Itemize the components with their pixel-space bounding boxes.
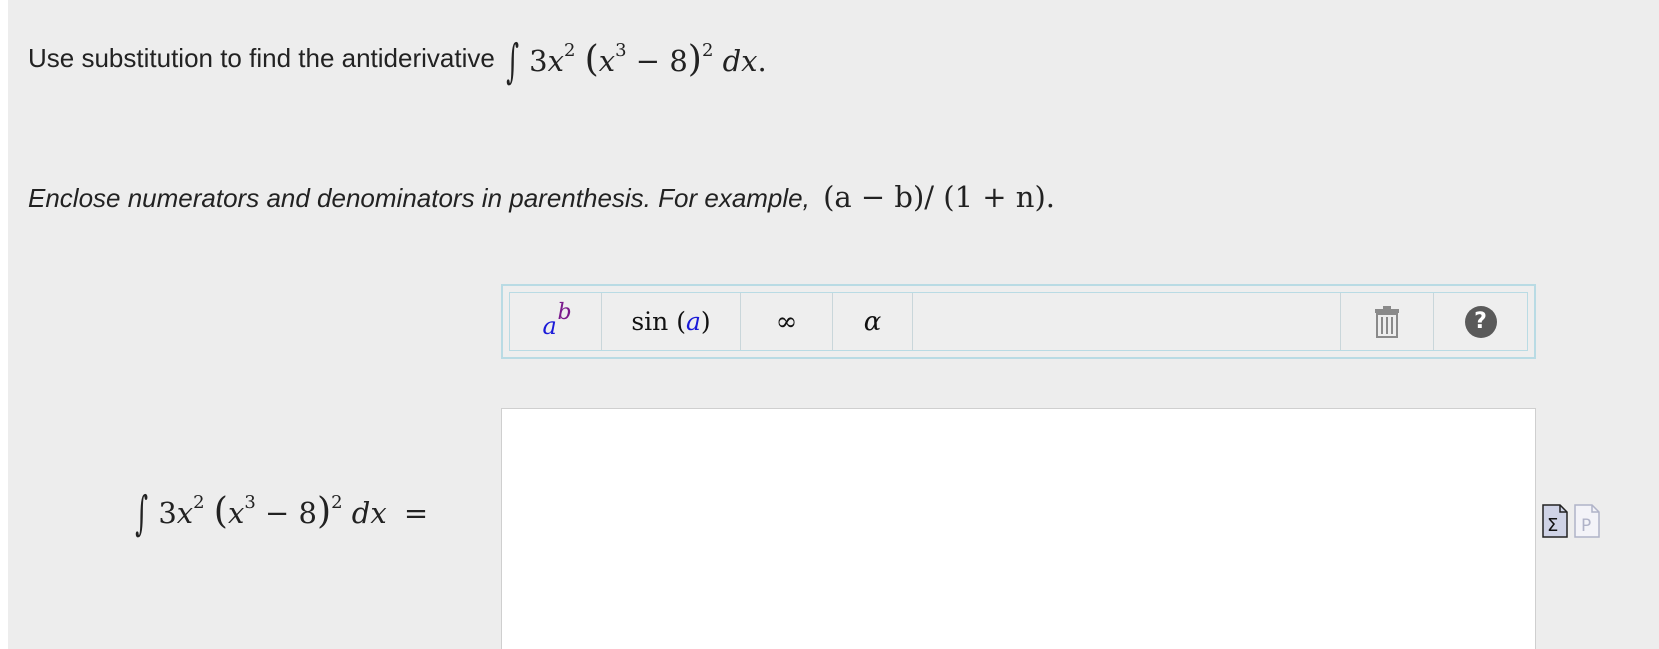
math-toolbar: a b sin (a) ∞ α ? <box>501 284 1536 359</box>
help-button[interactable]: ? <box>1434 293 1527 350</box>
answer-format-icons: Σ P <box>1542 504 1600 538</box>
power-button[interactable]: a b <box>510 293 602 350</box>
answer-input[interactable] <box>501 408 1536 649</box>
function-label: sin (a) <box>631 307 711 336</box>
answer-label: ∫ 3x2 (x3 − 8)2 dx = <box>135 485 429 540</box>
function-button[interactable]: sin (a) <box>602 293 741 350</box>
power-icon: a b <box>542 299 572 340</box>
clear-button[interactable] <box>1341 293 1434 350</box>
help-icon: ? <box>1464 305 1497 338</box>
equation-editor-icon[interactable]: Σ <box>1542 504 1568 538</box>
hint-example: (a − b)/ (1 + n). <box>823 180 1056 214</box>
question-prompt: Use substitution to find the antiderivat… <box>28 42 495 73</box>
question-integral: ∫ 3x2 (x3 − 8)2 dx. <box>505 33 767 88</box>
question-text: Use substitution to find the antiderivat… <box>28 18 767 98</box>
alpha-icon: α <box>863 306 882 337</box>
preview-icon[interactable]: P <box>1574 504 1600 538</box>
trash-icon <box>1375 305 1399 338</box>
toolbar-spacer <box>913 293 1341 350</box>
question-panel: Use substitution to find the antiderivat… <box>8 0 1659 649</box>
equals-sign: = <box>403 495 429 530</box>
format-hint: Enclose numerators and denominators in p… <box>28 180 1055 214</box>
svg-text:Σ: Σ <box>1547 515 1558 536</box>
svg-text:P: P <box>1581 516 1591 536</box>
infinity-icon: ∞ <box>775 306 798 337</box>
infinity-button[interactable]: ∞ <box>741 293 833 350</box>
hint-text: Enclose numerators and denominators in p… <box>28 183 810 213</box>
greek-button[interactable]: α <box>833 293 913 350</box>
